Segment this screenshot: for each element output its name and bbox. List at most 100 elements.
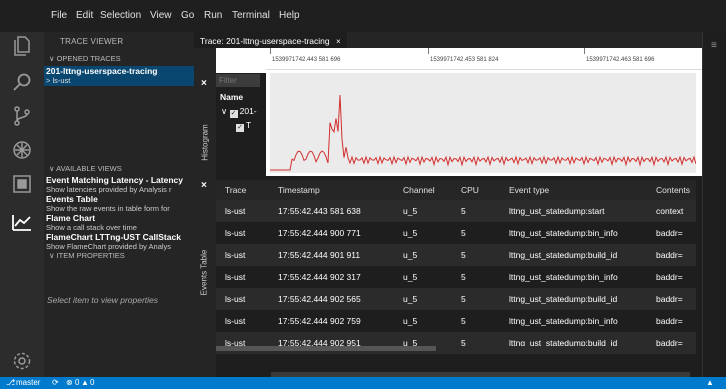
cell-timestamp: 17:55:42.444 902 759: [278, 316, 361, 326]
cell-cpu: 5: [461, 228, 466, 238]
histogram-label: Histogram: [200, 124, 210, 161]
cell-channel: u_5: [403, 206, 418, 216]
histogram-side: × Histogram: [194, 48, 216, 176]
cell-event-type: lttng_ust_statedump:build_id: [509, 250, 618, 260]
cell-contents: context: [656, 206, 684, 216]
table-row[interactable]: ls-ust 17:55:42.444 901 911 u_5 5 lttng_ust_…: [216, 244, 696, 266]
cell-contents: baddr=: [656, 272, 683, 282]
trace-experiment: > ls-ust: [46, 76, 71, 85]
column-header-trace[interactable]: Trace: [225, 180, 247, 200]
cell-timestamp: 17:55:42.444 902 565: [278, 294, 361, 304]
search-icon[interactable]: [10, 70, 34, 94]
column-header-contents[interactable]: Contents: [656, 180, 691, 200]
tree-item-child[interactable]: ✓ T: [236, 120, 251, 132]
available-views-header[interactable]: ∨ AVAILABLE VIEWS: [44, 163, 194, 175]
scrollbar-thumb[interactable]: [216, 346, 436, 351]
table-row[interactable]: ls-ust 17:55:42.443 581 638 u_5 5 lttng_ust_…: [216, 200, 696, 222]
error-icon[interactable]: ⊗: [66, 377, 73, 389]
cell-trace: ls-ust: [225, 206, 246, 216]
opened-traces-header[interactable]: ∨ OPENED TRACES: [44, 53, 194, 65]
table-row[interactable]: ls-ust 17:55:42.444 900 771 u_5 5 lttng_ust_…: [216, 222, 696, 244]
git-branch-icon[interactable]: ⎇: [6, 377, 15, 389]
item-properties-header[interactable]: ∨ ITEM PROPERTIES: [44, 250, 194, 262]
ruler-tick-label: 1539971742.453 581 824: [430, 57, 499, 63]
events-table: Trace Timestamp Channel CPU Event type C…: [216, 180, 696, 354]
tab-label: Trace: 201-lttng-userspace-tracing: [200, 36, 330, 46]
column-header-event-type[interactable]: Event type: [509, 180, 550, 200]
events-table-side: × Events Table: [194, 176, 216, 377]
menu-bar: File Edit Selection View Go Run Terminal…: [0, 0, 726, 32]
close-icon[interactable]: ×: [201, 78, 207, 89]
chevron-down-icon: ∨: [221, 106, 228, 116]
filter-input[interactable]: [216, 74, 260, 87]
menu-lines-icon[interactable]: ≡: [711, 40, 717, 51]
cell-trace: ls-ust: [225, 228, 246, 238]
menu-help[interactable]: Help: [279, 10, 300, 21]
column-header-channel[interactable]: Channel: [403, 180, 435, 200]
menu-selection[interactable]: Selection: [100, 10, 141, 21]
histogram-graph: [270, 94, 697, 171]
histogram-chart-area[interactable]: 1539971742.443 581 696 1539971742.453 58…: [266, 48, 702, 176]
table-row[interactable]: ls-ust 17:55:42.444 902 565 u_5 5 lttng_ust_…: [216, 288, 696, 310]
chevron-down-icon: ∨: [49, 164, 55, 173]
histogram-plot[interactable]: [270, 73, 697, 173]
cell-cpu: 5: [461, 272, 466, 282]
bell-icon[interactable]: ▲: [706, 377, 714, 389]
error-count[interactable]: 0: [75, 377, 79, 389]
close-icon[interactable]: ×: [336, 37, 341, 46]
checkbox[interactable]: ✓: [229, 110, 238, 118]
opened-trace-item[interactable]: 201-lttng-userspace-tracing > ls-ust: [44, 66, 194, 86]
cell-channel: u_5: [403, 294, 418, 304]
menu-file[interactable]: File: [51, 10, 67, 21]
close-icon[interactable]: ×: [201, 180, 207, 191]
chevron-down-icon: ∨: [49, 54, 55, 63]
checkbox[interactable]: ✓: [236, 124, 244, 132]
warning-count[interactable]: 0: [90, 377, 94, 389]
cell-trace: ls-ust: [225, 250, 246, 260]
table-row[interactable]: ls-ust 17:55:42.444 902 759 u_5 5 lttng_ust_…: [216, 310, 696, 332]
cell-event-type: lttng_ust_statedump:bin_info: [509, 316, 618, 326]
cell-channel: u_5: [403, 228, 418, 238]
menu-edit[interactable]: Edit: [76, 10, 93, 21]
cell-contents: baddr=: [656, 316, 683, 326]
column-header-cpu[interactable]: CPU: [461, 180, 479, 200]
cell-contents: baddr=: [656, 250, 683, 260]
view-item-events-table[interactable]: Events Table Show the raw events in tabl…: [44, 194, 194, 213]
cell-cpu: 5: [461, 316, 466, 326]
table-row[interactable]: ls-ust 17:55:42.444 902 317 u_5 5 lttng_ust_…: [216, 266, 696, 288]
cell-timestamp: 17:55:42.444 901 911: [278, 250, 361, 260]
view-item-latency[interactable]: Event Matching Latency - Latency Show la…: [44, 175, 194, 194]
files-icon[interactable]: [10, 34, 34, 58]
menu-run[interactable]: Run: [204, 10, 222, 21]
view-item-flamechart-callstack[interactable]: FlameChart LTTng-UST CallStack Show Flam…: [44, 232, 194, 251]
branch-name[interactable]: master: [16, 377, 40, 389]
cell-channel: u_5: [403, 250, 418, 260]
cell-channel: u_5: [403, 316, 418, 326]
tree-item-trace[interactable]: ∨ ✓ 201-: [221, 106, 257, 118]
view-item-flame-chart[interactable]: Flame Chart Show a call stack over time: [44, 213, 194, 232]
column-header-timestamp[interactable]: Timestamp: [278, 180, 320, 200]
menu-terminal[interactable]: Terminal: [232, 10, 270, 21]
settings-gear-icon[interactable]: [10, 349, 34, 373]
warning-icon[interactable]: ▲: [81, 377, 89, 389]
table-horizontal-scrollbar[interactable]: [216, 346, 696, 351]
cell-trace: ls-ust: [225, 272, 246, 282]
menu-go[interactable]: Go: [181, 10, 194, 21]
cell-event-type: lttng_ust_statedump:bin_info: [509, 228, 618, 238]
cell-trace: ls-ust: [225, 294, 246, 304]
tab-trace[interactable]: Trace: 201-lttng-userspace-tracing ×: [194, 32, 347, 48]
debug-icon[interactable]: [10, 138, 34, 162]
editor-tab-bar: Trace: 201-lttng-userspace-tracing ×: [194, 32, 702, 48]
source-control-icon[interactable]: [10, 104, 34, 128]
trace-name: 201-lttng-userspace-tracing: [46, 66, 158, 76]
extensions-icon[interactable]: [10, 172, 34, 196]
menu-view[interactable]: View: [150, 10, 172, 21]
status-bar: ⎇ master ⟳ ⊗ 0 ▲ 0 ▲: [0, 377, 726, 389]
cell-contents: baddr=: [656, 294, 683, 304]
sync-icon[interactable]: ⟳: [52, 377, 59, 389]
right-edge-panel: ≡: [702, 32, 726, 377]
time-ruler: 1539971742.443 581 696 1539971742.453 58…: [266, 48, 702, 70]
cell-timestamp: 17:55:42.443 581 638: [278, 206, 361, 216]
events-table-view: × Events Table Trace Timestamp Channel C…: [194, 176, 702, 377]
trace-viewer-icon[interactable]: [10, 210, 34, 234]
